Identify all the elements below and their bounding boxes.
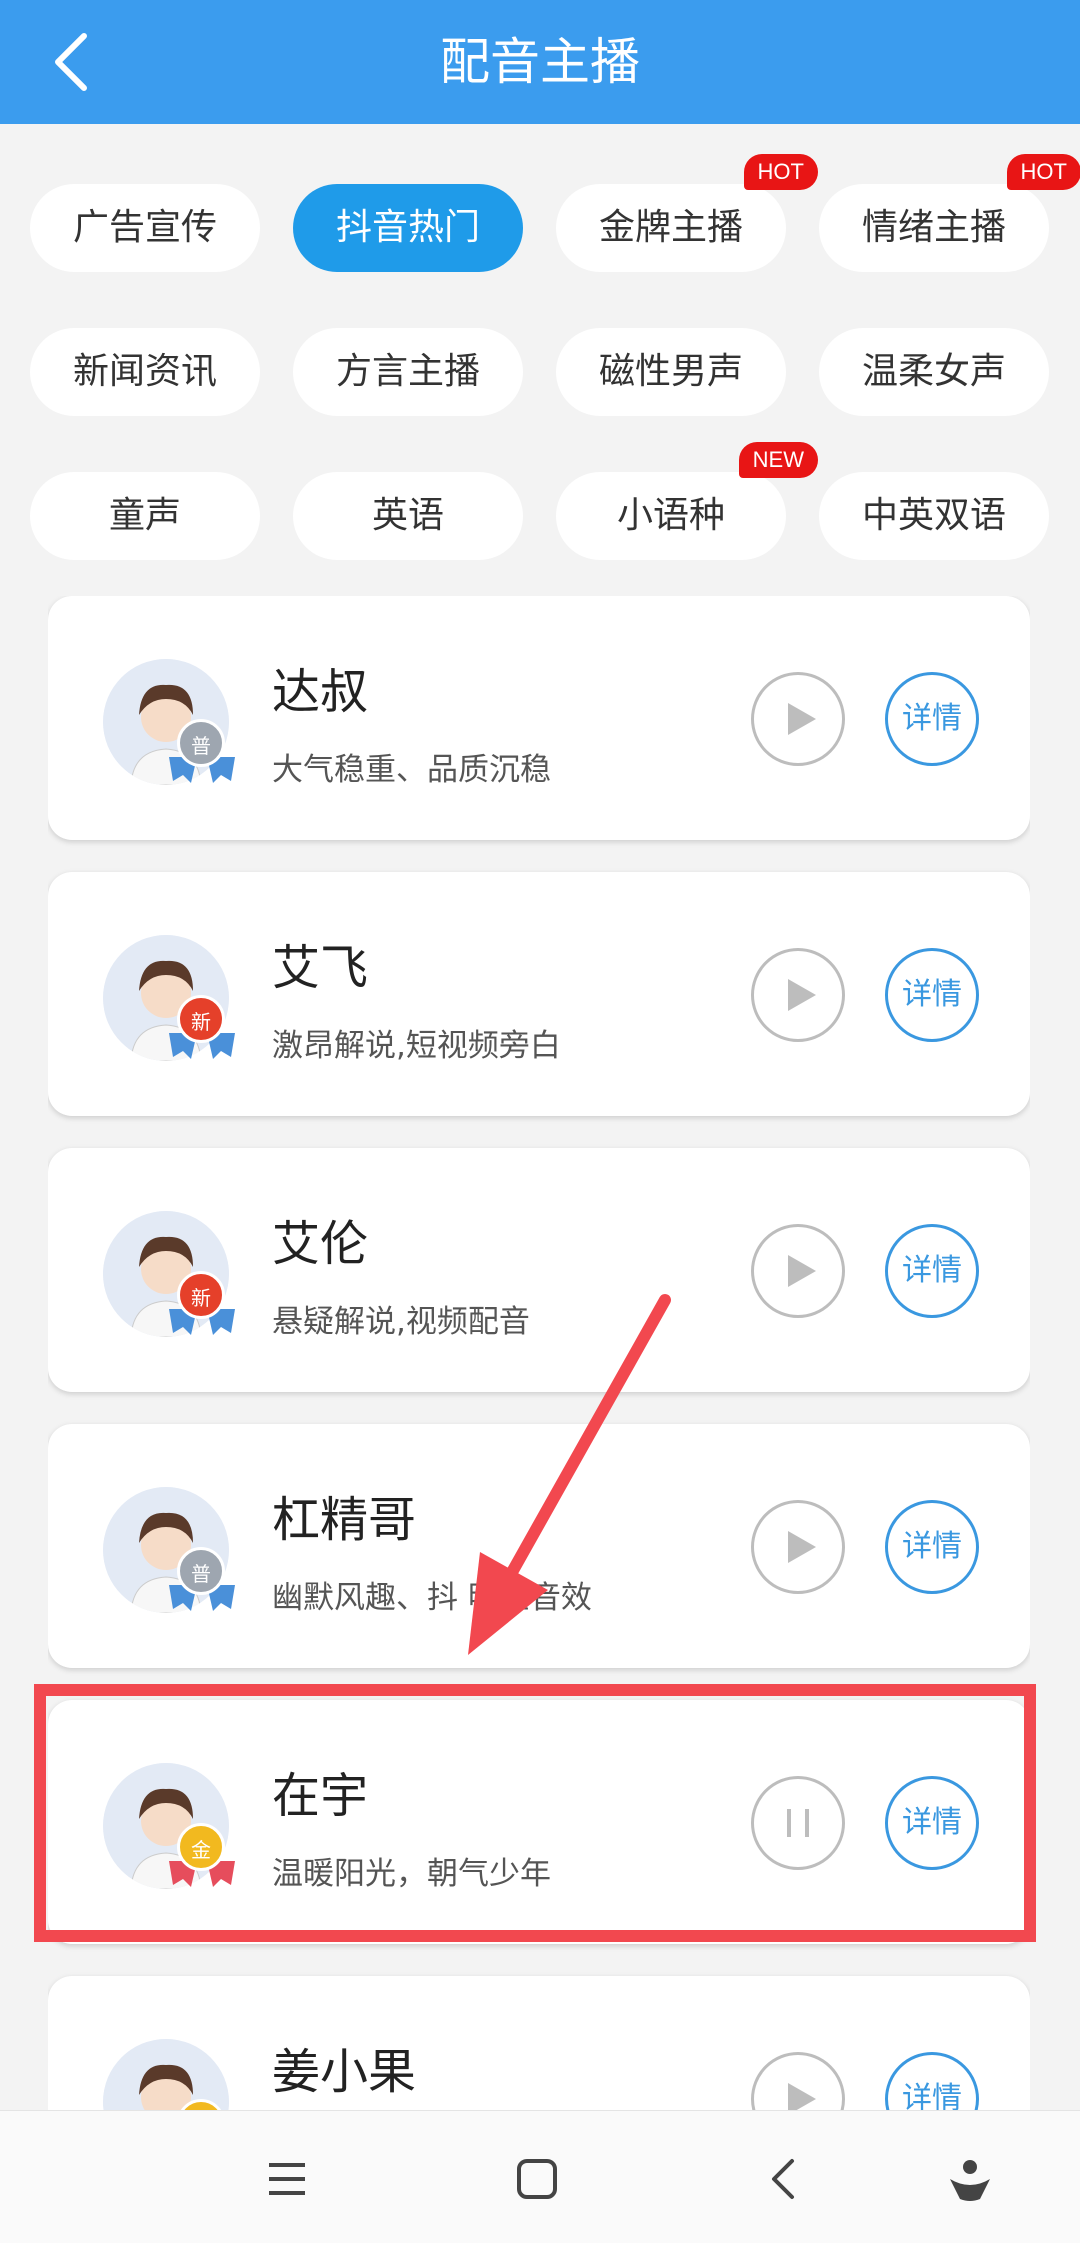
play-button[interactable] <box>751 2052 845 2110</box>
chip-label: 磁性男声 <box>598 351 743 392</box>
medal-badge: 新 <box>177 995 225 1043</box>
chip-label: 广告宣传 <box>72 207 217 248</box>
medal-badge: 金 <box>177 1823 225 1871</box>
category-chip[interactable]: 方言主播 <box>293 328 523 416</box>
category-chip[interactable]: 中英双语 <box>819 472 1049 560</box>
category-chip[interactable]: 情绪主播 HOT <box>819 154 1080 272</box>
play-icon <box>788 1255 816 1287</box>
detail-button[interactable]: 详情 <box>885 1500 979 1594</box>
home-square-icon[interactable] <box>505 2147 569 2211</box>
pause-icon <box>787 1809 809 1837</box>
page-title: 配音主播 <box>440 33 640 91</box>
detail-button[interactable]: 详情 <box>885 948 979 1042</box>
anchor-desc: 幽默风趣、抖 明星音效 <box>272 1580 592 1616</box>
anchor-card[interactable]: 新艾伦悬疑解说,视频配音 详情 <box>48 1148 1030 1392</box>
anchor-card[interactable]: 金在宇温暖阳光，朝气少年 详情 <box>48 1700 1030 1944</box>
anchor-name: 艾飞 <box>272 940 369 996</box>
play-button[interactable] <box>751 1224 845 1318</box>
anchor-desc: 激昂解说,短视频旁白 <box>272 1028 561 1064</box>
avatar: 新 <box>103 1211 235 1337</box>
play-button[interactable] <box>751 1500 845 1594</box>
anchor-name: 艾伦 <box>272 1216 369 1272</box>
assistant-icon[interactable] <box>938 2147 1002 2211</box>
chip-label: 抖音热门 <box>335 207 480 248</box>
medal-badge: 新 <box>177 1271 225 1319</box>
chip-label: 新闻资讯 <box>72 351 217 392</box>
pause-button[interactable] <box>751 1776 845 1870</box>
chip-label: 情绪主播 <box>861 207 1006 248</box>
chip-badge: NEW <box>738 442 818 478</box>
anchor-card[interactable]: 普达叔大气稳重、品质沉稳 详情 <box>48 596 1030 840</box>
chip-label: 方言主播 <box>335 351 480 392</box>
play-icon <box>788 1531 816 1563</box>
play-button[interactable] <box>751 672 845 766</box>
anchor-card[interactable]: 金姜小果 详情 <box>48 1976 1030 2110</box>
anchor-card[interactable]: 普杠精哥幽默风趣、抖 明星音效 详情 <box>48 1424 1030 1668</box>
avatar: 普 <box>103 1487 235 1613</box>
avatar: 金 <box>103 1763 235 1889</box>
category-chip[interactable]: 英语 <box>293 472 523 560</box>
avatar: 新 <box>103 935 235 1061</box>
category-chip[interactable]: 抖音热门 <box>293 184 523 272</box>
play-icon <box>788 979 816 1011</box>
detail-button[interactable]: 详情 <box>885 2052 979 2110</box>
play-button[interactable] <box>751 948 845 1042</box>
category-chip[interactable]: 温柔女声 <box>819 328 1049 416</box>
category-chip[interactable]: 广告宣传 <box>30 184 260 272</box>
category-chip[interactable]: 新闻资讯 <box>30 328 260 416</box>
anchor-name: 杠精哥 <box>272 1492 417 1548</box>
chip-label: 中英双语 <box>861 495 1006 536</box>
anchor-name: 达叔 <box>272 664 369 720</box>
avatar: 金 <box>103 2039 229 2110</box>
chip-label: 英语 <box>371 495 444 536</box>
category-chips: 广告宣传 抖音热门 金牌主播 HOT 情绪主播 HOT 新闻资讯 方言主播 磁性男声 温柔女声 童声… <box>30 154 1080 560</box>
back-chevron-icon[interactable] <box>752 2147 816 2211</box>
avatar-illustration <box>103 2039 229 2110</box>
anchor-desc: 温暖阳光，朝气少年 <box>272 1856 551 1892</box>
category-chip[interactable]: 童声 <box>30 472 260 560</box>
anchor-name: 在宇 <box>272 1768 369 1824</box>
avatar: 普 <box>103 659 235 785</box>
category-chip[interactable]: 金牌主播 HOT <box>556 154 818 272</box>
medal-badge: 普 <box>177 1547 225 1595</box>
detail-button[interactable]: 详情 <box>885 1776 979 1870</box>
chip-label: 金牌主播 <box>598 207 743 248</box>
anchor-list: 普达叔 大气稳重、品质沉稳 详情新艾飞 激昂解说,短视频旁白 详情新艾伦 悬疑解说,视频配… <box>48 596 1030 2110</box>
chip-badge: HOT <box>1006 154 1080 190</box>
top-bar: 配音主播 <box>0 0 1080 124</box>
chip-badge: HOT <box>743 154 818 190</box>
category-chip[interactable]: 磁性男声 <box>556 328 786 416</box>
play-icon <box>788 703 816 735</box>
play-icon <box>788 2083 816 2110</box>
anchor-desc: 悬疑解说,视频配音 <box>272 1304 530 1340</box>
system-nav-bar <box>0 2110 1080 2243</box>
menu-icon[interactable] <box>255 2147 319 2211</box>
anchor-desc: 大气稳重、品质沉稳 <box>272 752 551 788</box>
medal-badge: 普 <box>177 719 225 767</box>
detail-button[interactable]: 详情 <box>885 672 979 766</box>
anchor-name: 姜小果 <box>272 2044 417 2100</box>
detail-button[interactable]: 详情 <box>885 1224 979 1318</box>
chip-label: 温柔女声 <box>861 351 1006 392</box>
chip-label: 小语种 <box>616 495 725 536</box>
category-chip[interactable]: 小语种 NEW <box>556 442 818 560</box>
chip-label: 童声 <box>108 495 181 536</box>
anchor-card[interactable]: 新艾飞激昂解说,短视频旁白 详情 <box>48 872 1030 1116</box>
